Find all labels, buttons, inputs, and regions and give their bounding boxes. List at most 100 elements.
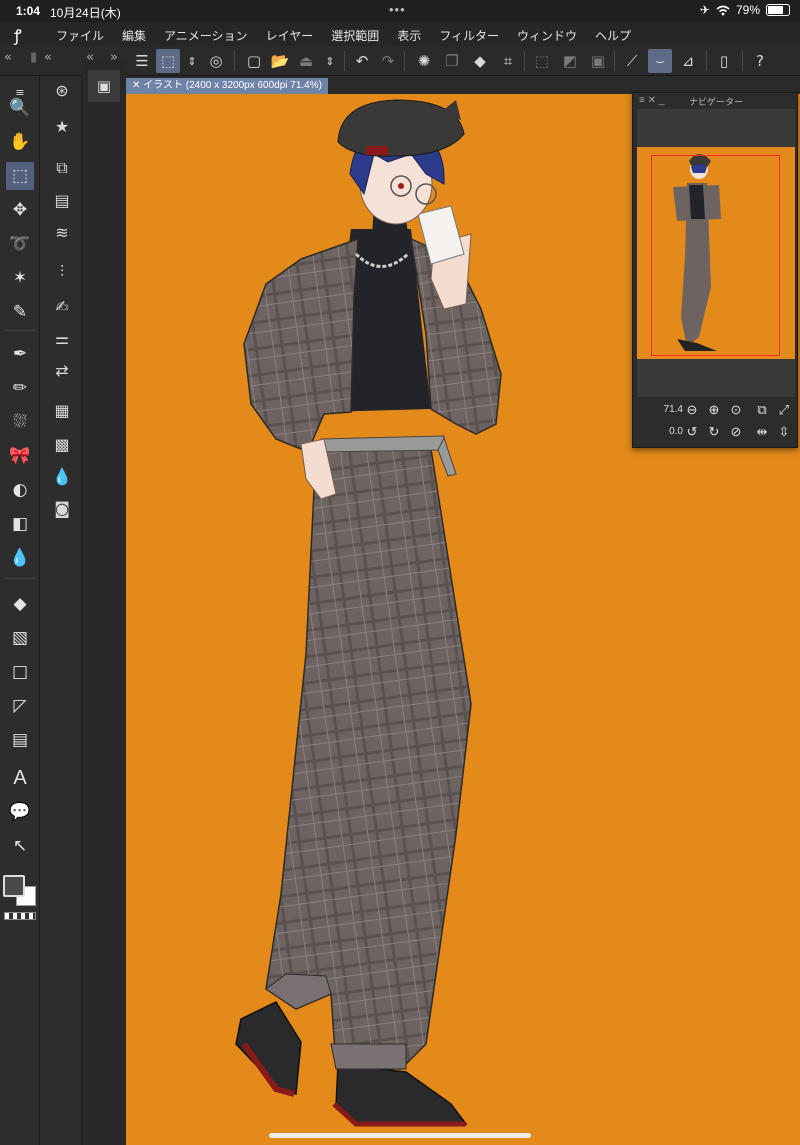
color-set-icon[interactable]: ◙	[48, 494, 76, 522]
sub-tool-bar: ⊛ ★ ⧉ ▤ ≋ ⫶ ✍ ⚌ ⇄ ▦ ▩ 💧 ◙	[40, 76, 82, 1145]
undo-icon[interactable]: ↶	[350, 49, 374, 73]
layers-icon[interactable]: ≋	[48, 218, 76, 246]
save-icon[interactable]: ⏏	[294, 49, 318, 73]
app-logo-icon[interactable]: ꝭ	[14, 24, 22, 46]
eraser-tool-icon[interactable]: ◧	[6, 510, 34, 538]
brush-tool-icon[interactable]: ◐	[6, 476, 34, 504]
material-icon[interactable]: ◎	[204, 49, 228, 73]
quick-access-icon[interactable]: ⬚	[156, 49, 180, 73]
redo-icon[interactable]: ↷	[376, 49, 400, 73]
brush-snap-icon[interactable]: ⌣	[648, 49, 672, 73]
history-icon[interactable]: ⇄	[48, 356, 76, 384]
menu-file[interactable]: ファイル	[56, 27, 104, 44]
rotate-left-icon[interactable]: ↺	[683, 423, 701, 441]
menu-edit[interactable]: 編集	[122, 27, 146, 44]
wifi-icon	[716, 5, 730, 15]
correct-line-tool-icon[interactable]: ↖	[6, 832, 34, 860]
balloon-tool-icon[interactable]: 💬	[6, 798, 34, 826]
magic-wand-tool-icon[interactable]: ✶	[6, 264, 34, 292]
eyedropper-tool-icon[interactable]: ✎	[6, 298, 34, 326]
fit-window-icon[interactable]: ⧉	[753, 401, 771, 419]
sub-tool-detail-icon[interactable]: ▤	[48, 186, 76, 214]
airbrush-tool-icon[interactable]: ⛆	[6, 408, 34, 436]
open-file-icon[interactable]: 📂	[268, 49, 292, 73]
hand-tool-icon[interactable]: ✋	[6, 128, 34, 156]
invert-selection-icon[interactable]: ◩	[558, 49, 582, 73]
material-palette-icon[interactable]: ★	[48, 112, 76, 140]
menu-filter[interactable]: フィルター	[439, 27, 499, 44]
status-bar: 1:04 10月24日(木) ••• ✈ 79%	[0, 0, 800, 22]
special-ruler-icon[interactable]: ⊿	[676, 49, 700, 73]
layer-property-icon[interactable]: ⧉	[48, 154, 76, 182]
multitask-dots-icon[interactable]: •••	[389, 2, 406, 17]
switch-arrows-2-icon[interactable]: ⇕	[318, 49, 342, 73]
close-tab-icon[interactable]: ✕	[132, 80, 140, 91]
navigator-palette-icon[interactable]: ⊛	[48, 76, 76, 104]
navigator-controls-icon[interactable]: ≡ ✕ _	[639, 95, 664, 106]
fit-canvas-icon[interactable]: ⤢	[775, 401, 793, 419]
figure-tool-icon[interactable]: □	[6, 658, 34, 686]
lasso-tool-icon[interactable]: ➰	[6, 230, 34, 258]
decoration-tool-icon[interactable]: 🎀	[6, 442, 34, 470]
battery-percent: 79%	[735, 3, 760, 17]
menu-layer[interactable]: レイヤー	[266, 27, 314, 44]
blend-tool-icon[interactable]: 💧	[6, 544, 34, 572]
command-menu-icon[interactable]: ☰	[130, 49, 154, 73]
clear-selection-icon[interactable]: ⬚	[530, 49, 554, 73]
operation-tool-icon[interactable]: ⬚	[6, 162, 34, 190]
move-tool-icon[interactable]: ✥	[6, 196, 34, 224]
menu-view[interactable]: 表示	[397, 27, 421, 44]
help-icon[interactable]: ?	[748, 49, 772, 73]
text-tool-icon[interactable]: A	[6, 764, 34, 792]
zoom-tool-icon[interactable]: 🔍	[6, 94, 34, 122]
adjust-icon[interactable]: ⚌	[48, 324, 76, 352]
flip-vertical-icon[interactable]: ⇳	[775, 423, 793, 441]
ruler-tool-icon[interactable]: ◸	[6, 692, 34, 720]
menu-bar: ꝭ ファイル 編集 アニメーション レイヤー 選択範囲 表示 フィルター ウィン…	[0, 22, 800, 46]
status-date: 10月24日(木)	[50, 6, 121, 20]
frame-border-tool-icon[interactable]: ▤	[6, 726, 34, 754]
ruler-snap-icon[interactable]: ⟋	[620, 49, 644, 73]
color-mix-icon[interactable]: 💧	[48, 462, 76, 490]
flip-horizontal-icon[interactable]: ⇹	[753, 423, 771, 441]
home-indicator[interactable]	[269, 1133, 531, 1138]
new-file-icon[interactable]: ▢	[242, 49, 266, 73]
save-panel-icon[interactable]: ▣	[88, 70, 120, 102]
canvas-tab[interactable]: ✕ イラスト (2400 x 3200px 600dpi 71.4%)	[126, 78, 328, 94]
menu-help[interactable]: ヘルプ	[595, 27, 631, 44]
timeline-icon[interactable]: ▦	[48, 396, 76, 424]
brush-size-icon[interactable]: ✍	[48, 292, 76, 320]
navigator-preview[interactable]	[637, 147, 795, 359]
tool-property-icon[interactable]: ⫶	[48, 258, 76, 286]
main-color-swatch[interactable]	[3, 875, 25, 897]
property-strip: ▣	[82, 60, 126, 1145]
collapse-tools-icon[interactable]: «	[4, 50, 12, 65]
zoom-in-icon[interactable]: ⊕	[705, 401, 723, 419]
navigator-view-frame[interactable]	[651, 155, 780, 356]
reset-rotation-icon[interactable]: ⊘	[727, 423, 745, 441]
loading-icon[interactable]: ✺	[412, 49, 436, 73]
zoom-value[interactable]: 71.4	[659, 404, 683, 415]
menu-selection[interactable]: 選択範囲	[331, 27, 379, 44]
fit-stop-icon[interactable]: ⊙	[727, 401, 745, 419]
collapse-subtools-icon[interactable]: «	[44, 50, 52, 65]
battery-icon	[766, 4, 790, 16]
rotation-value[interactable]: 0.0	[659, 426, 683, 437]
transparent-color-swatch[interactable]	[4, 912, 36, 920]
copy-layer-icon[interactable]: ❐	[440, 49, 464, 73]
select-all-icon[interactable]: ▣	[586, 49, 610, 73]
zoom-out-icon[interactable]: ⊖	[683, 401, 701, 419]
switch-arrows-icon[interactable]: ⇕	[180, 49, 204, 73]
rotate-right-icon[interactable]: ↻	[705, 423, 723, 441]
battery-fill	[768, 6, 783, 14]
pencil-tool-icon[interactable]: ✏	[6, 374, 34, 402]
menu-animation[interactable]: アニメーション	[164, 27, 248, 44]
fill-icon[interactable]: ◆	[468, 49, 492, 73]
menu-window[interactable]: ウィンドウ	[517, 27, 577, 44]
pen-tool-icon[interactable]: ✒	[6, 340, 34, 368]
transform-icon[interactable]: ⌗	[496, 49, 520, 73]
checker-icon[interactable]: ▩	[48, 430, 76, 458]
edge-keyboard-icon[interactable]: ▯	[712, 49, 736, 73]
gradient-tool-icon[interactable]: ▧	[6, 624, 34, 652]
fill-tool-icon[interactable]: ◆	[6, 590, 34, 618]
